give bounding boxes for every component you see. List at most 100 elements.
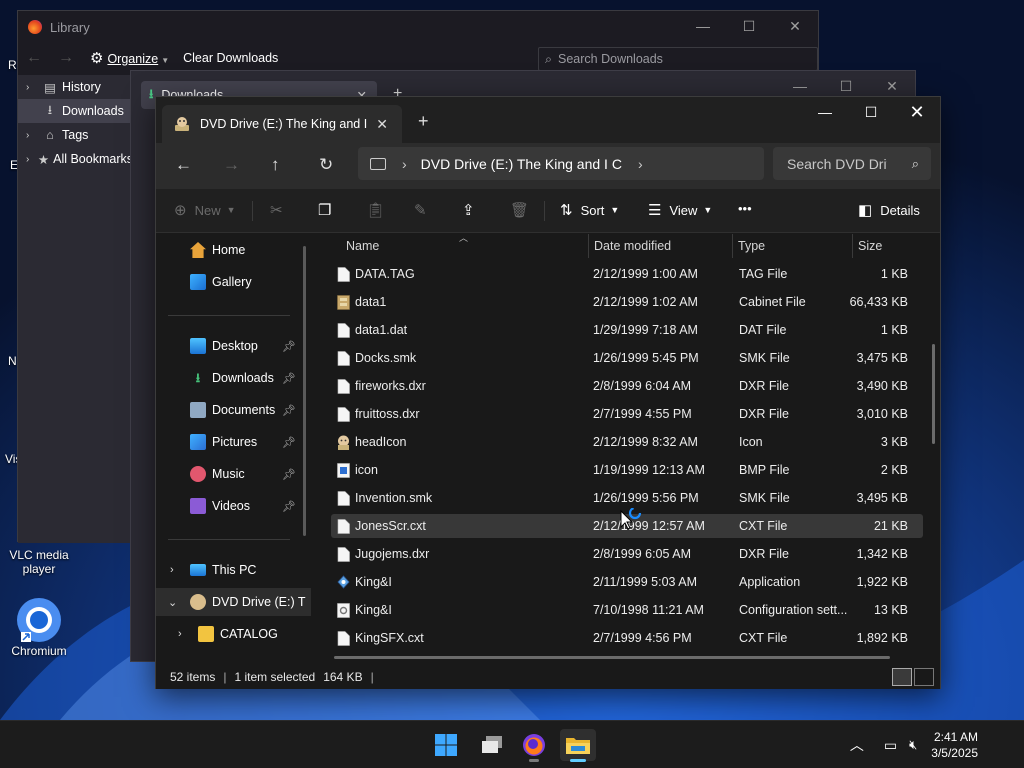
chevron-right-icon[interactable]: › [402,156,407,172]
search-input[interactable]: Search DVD Drive (E:) The King and I C ⌕ [773,147,931,180]
tree-item-all-bookmarks[interactable]: › ★ All Bookmarks [18,147,133,171]
nav-item-dvd-drive[interactable]: ⌄ DVD Drive (E:) T [156,588,311,616]
file-row[interactable]: King&I 7/10/1998 11:21 AM Configuration se… [331,598,923,622]
file-row[interactable]: fruittoss.dxr 2/7/1999 4:55 PM DXR File 3,0… [331,402,923,426]
pin-icon[interactable]: 📌︎ [282,404,296,417]
cut-button[interactable]: ✂ [270,201,291,219]
back-arrow-icon[interactable]: ← [26,49,44,67]
nav-item-this-pc[interactable]: › This PC [156,556,311,584]
start-button[interactable] [428,729,464,761]
paste-button[interactable]: 📋︎ [366,201,393,219]
desktop-icon-vlc[interactable]: VLC media player [0,548,78,576]
file-row[interactable]: KingSFX.cxt 2/7/1999 4:56 PM CXT File 1,892… [331,626,923,650]
taskbar-firefox[interactable] [516,729,552,762]
file-row[interactable]: data1.dat 1/29/1999 7:18 AM DAT File 1 KB [331,318,923,342]
share-button[interactable]: ⇪ [462,201,483,219]
nav-item-music[interactable]: Music 📌︎ [156,460,311,488]
nav-item-gallery[interactable]: Gallery [156,268,311,296]
tree-item-history[interactable]: › ▤ History [18,75,133,99]
chevron-down-icon[interactable]: ⌄ [168,596,177,609]
column-header-size[interactable]: Size [858,234,882,258]
view-button[interactable]: ☰ View ▼ [648,201,712,219]
taskbar-file-explorer[interactable] [560,729,596,762]
tree-item-downloads[interactable]: ⭳ Downloads [18,99,133,123]
minimize-button[interactable]: — [802,97,848,127]
vertical-scrollbar[interactable] [932,344,935,444]
file-row[interactable]: icon 1/19/1999 12:13 AM BMP File 2 KB [331,458,923,482]
task-view-button[interactable] [474,729,510,761]
file-row[interactable]: headIcon 2/12/1999 8:32 AM Icon 3 KB [331,430,923,454]
close-button[interactable]: ✕ [772,11,818,41]
nav-item-catalog[interactable]: › CATALOG [156,620,311,648]
file-row[interactable]: DATA.TAG 2/12/1999 1:00 AM TAG File 1 KB [331,262,923,286]
file-icon [337,630,350,646]
file-type: CXT File [739,519,788,533]
address-input[interactable]: › DVD Drive (E:) The King and I C › [358,147,764,180]
details-pane-button[interactable]: ◧ Details [858,201,920,219]
volume-muted-icon[interactable]: 🔇︎ [909,737,917,753]
pin-icon[interactable]: 📌︎ [282,468,296,481]
maximize-button[interactable]: ☐ [726,11,772,41]
file-row[interactable]: data1 2/12/1999 1:02 AM Cabinet File 66,433… [331,290,923,314]
clear-downloads-button[interactable]: Clear Downloads [183,51,278,65]
refresh-icon[interactable]: ↻ [319,155,333,175]
pin-icon[interactable]: 📌︎ [282,436,296,449]
chevron-right-icon[interactable]: › [638,156,643,172]
column-header-name[interactable]: Name [346,234,379,258]
file-row[interactable]: Invention.smk 1/26/1999 5:56 PM SMK File 3,… [331,486,923,510]
minimize-button[interactable]: — [680,11,726,41]
library-search-input[interactable]: ⌕ Search Downloads [538,47,818,71]
explorer-tab[interactable]: DVD Drive (E:) The King and I C ✕ [162,105,402,143]
tree-item-tags[interactable]: › ⌂ Tags [18,123,133,147]
desktop-icon-chromium[interactable]: Chromium [0,596,78,658]
forward-arrow-icon[interactable]: → [58,49,76,67]
sort-icon: ⇅ [560,202,573,219]
sort-button[interactable]: ⇅ Sort ▼ [560,201,619,219]
new-tab-icon[interactable]: + [418,111,429,132]
horizontal-scrollbar[interactable] [334,656,890,659]
clock[interactable]: 2:41 AM 3/5/2025 [931,729,978,761]
close-tab-icon[interactable]: ✕ [376,116,388,133]
new-button[interactable]: ⊕ New ▼ [174,201,236,219]
copy-button[interactable]: ❐ [318,201,339,219]
pin-icon[interactable]: 📌︎ [282,372,296,385]
chevron-right-icon[interactable]: › [170,564,174,576]
more-options-button[interactable]: ••• [738,201,752,216]
chevron-up-icon[interactable]: ︿ [850,735,864,755]
chevron-right-icon[interactable]: › [178,628,182,640]
nav-item-home[interactable]: Home [156,236,311,264]
download-icon: ⭳ [47,102,53,117]
close-button[interactable]: ✕ [894,97,940,127]
nav-item-documents[interactable]: Documents 📌︎ [156,396,311,424]
nav-item-videos[interactable]: Videos 📌︎ [156,492,311,520]
forward-arrow-icon[interactable]: → [223,155,240,175]
file-row[interactable]: King&I 2/11/1999 5:03 AM Application 1,922 … [331,570,923,594]
column-divider[interactable] [588,234,589,258]
column-header-date[interactable]: Date modified [594,234,671,258]
nav-item-pictures[interactable]: Pictures 📌︎ [156,428,311,456]
delete-button[interactable]: 🗑︎ [510,201,537,219]
file-row[interactable]: fireworks.dxr 2/8/1999 6:04 AM DXR File 3,4… [331,374,923,398]
maximize-button[interactable]: ☐ [848,97,894,127]
large-icons-view-icon[interactable] [914,668,934,686]
back-arrow-icon[interactable]: ← [175,155,192,175]
pin-icon[interactable]: 📌︎ [282,340,296,353]
file-row[interactable]: Jugojems.dxr 2/8/1999 6:05 AM DXR File 1,34… [331,542,923,566]
column-divider[interactable] [732,234,733,258]
breadcrumb[interactable]: DVD Drive (E:) The King and I C [421,156,622,172]
file-size: 1 KB [880,267,908,281]
network-icon[interactable]: ▭ [884,737,897,754]
nav-scrollbar[interactable] [303,246,306,536]
file-explorer-window[interactable]: DVD Drive (E:) The King and I C ✕ + — ☐ … [155,96,941,689]
pin-icon[interactable]: 📌︎ [282,500,296,513]
details-view-icon[interactable] [892,668,912,686]
column-header-type[interactable]: Type [738,234,765,258]
nav-item-desktop[interactable]: Desktop 📌︎ [156,332,311,360]
nav-item-downloads[interactable]: ⭳ Downloads 📌︎ [156,364,311,392]
organize-button[interactable]: ⚙ Organize ▼ [90,49,169,67]
file-row[interactable]: Docks.smk 1/26/1999 5:45 PM SMK File 3,475 … [331,346,923,370]
rename-button[interactable]: ✎ [414,201,435,219]
up-arrow-icon[interactable]: ↑ [271,155,280,175]
file-date: 2/8/1999 6:05 AM [593,547,691,561]
column-divider[interactable] [852,234,853,258]
